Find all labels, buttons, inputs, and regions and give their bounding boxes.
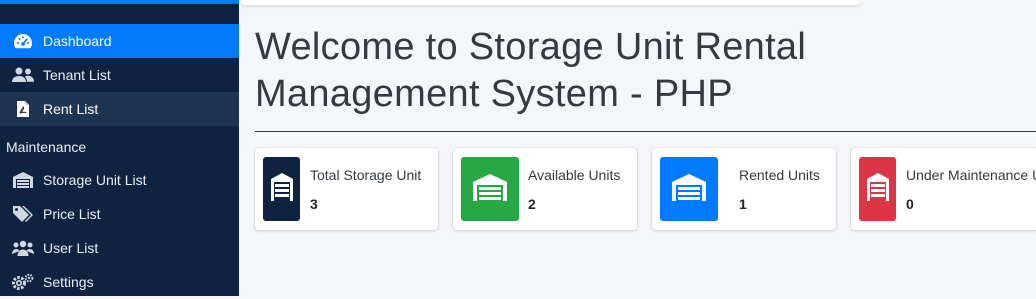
users-icon bbox=[12, 64, 34, 86]
sidebar: Dashboard Tenant List Rent List Maintena… bbox=[0, 0, 239, 296]
tachometer-icon bbox=[12, 30, 34, 52]
tags-icon bbox=[12, 203, 34, 225]
info-box-total-storage-unit[interactable]: Total Storage Unit 3 bbox=[255, 148, 438, 230]
info-box-label: Under Maintenance Units bbox=[906, 167, 1036, 183]
sidebar-item-storage-unit-list[interactable]: Storage Unit List bbox=[0, 163, 239, 197]
sidebar-section-header: Maintenance bbox=[6, 139, 87, 155]
sidebar-item-label: Price List bbox=[43, 206, 101, 222]
main-content: Welcome to Storage Unit Rental Managemen… bbox=[239, 0, 1036, 296]
info-box-value: 1 bbox=[739, 196, 747, 212]
sidebar-item-label: Dashboard bbox=[43, 33, 112, 49]
warehouse-icon bbox=[267, 167, 297, 212]
sidebar-item-tenant-list[interactable]: Tenant List bbox=[0, 58, 239, 92]
warehouse-icon bbox=[471, 172, 509, 207]
info-box-value: 3 bbox=[310, 196, 318, 212]
sidebar-item-label: Tenant List bbox=[43, 67, 111, 83]
info-box-value: 2 bbox=[528, 196, 536, 212]
warehouse-icon bbox=[12, 169, 34, 191]
info-box-label: Total Storage Unit bbox=[310, 167, 422, 183]
users-cog-icon bbox=[12, 237, 34, 259]
file-icon bbox=[12, 98, 34, 120]
sidebar-item-label: Storage Unit List bbox=[43, 172, 147, 188]
info-box-rented-units[interactable]: Rented Units 1 bbox=[652, 148, 836, 230]
sidebar-item-label: Rent List bbox=[43, 101, 99, 117]
sidebar-item-user-list[interactable]: User List bbox=[0, 231, 239, 265]
title-divider bbox=[255, 131, 1036, 132]
cogs-icon bbox=[12, 271, 34, 293]
info-box-value: 0 bbox=[906, 196, 914, 212]
info-box-under-maintenance-units[interactable]: Under Maintenance Units 0 bbox=[851, 148, 1036, 230]
sidebar-item-price-list[interactable]: Price List bbox=[0, 197, 239, 231]
info-box-icon-bg bbox=[263, 157, 300, 221]
page-title: Welcome to Storage Unit Rental Managemen… bbox=[255, 24, 955, 118]
sidebar-top-accent bbox=[0, 0, 239, 4]
info-box-label: Available Units bbox=[528, 167, 621, 183]
info-box-icon-bg bbox=[660, 157, 718, 221]
sidebar-item-label: Settings bbox=[43, 274, 94, 290]
warehouse-icon bbox=[863, 167, 893, 212]
info-box-available-units[interactable]: Available Units 2 bbox=[453, 148, 637, 230]
top-navbar bbox=[241, 0, 861, 5]
page-title-line1: Welcome to Storage Unit Rental bbox=[255, 26, 807, 68]
page-title-line2: Management System - PHP bbox=[255, 73, 733, 115]
info-box-label: Rented Units bbox=[739, 167, 820, 183]
warehouse-icon bbox=[670, 172, 708, 207]
sidebar-item-label: User List bbox=[43, 240, 99, 256]
sidebar-item-dashboard[interactable]: Dashboard bbox=[0, 24, 239, 58]
sidebar-item-rent-list[interactable]: Rent List bbox=[0, 92, 239, 126]
sidebar-item-settings[interactable]: Settings bbox=[0, 265, 239, 299]
info-box-icon-bg bbox=[461, 157, 519, 221]
info-box-icon-bg bbox=[859, 157, 896, 221]
